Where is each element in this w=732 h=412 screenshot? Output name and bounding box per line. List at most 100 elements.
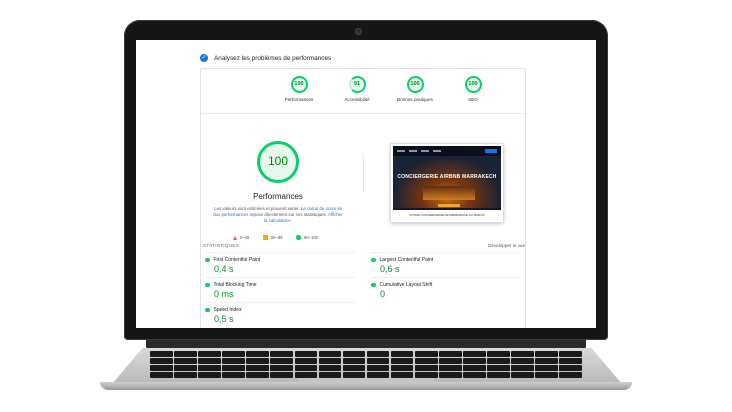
keyboard-key [342, 351, 366, 357]
laptop-screen: ✓ Analysez les problèmes de performances… [136, 40, 596, 328]
keyboard-key [174, 365, 197, 371]
keyboard-key [222, 358, 245, 364]
keyboard-key [174, 372, 197, 378]
keyboard-key [150, 351, 173, 357]
metric-lcp: Largest Contentful Paint 0,6 s [371, 252, 521, 274]
circle-icon [205, 307, 210, 313]
legend-fail: 0–49 [233, 235, 249, 240]
square-icon [263, 235, 268, 240]
gauge-score: 100 [464, 76, 482, 93]
expand-view-button[interactable]: Développer la vue [488, 243, 525, 248]
keyboard-key [270, 351, 293, 357]
desc-text: repose directement sur ces statistiques. [248, 212, 328, 217]
performance-description: Les valeurs sont estimées et peuvent var… [211, 206, 345, 224]
circle-icon [371, 282, 376, 288]
keyboard-key [150, 372, 173, 378]
keyboard-key [318, 358, 342, 364]
gauge-bonnes-pratiques[interactable]: 100 Bonnes pratiques [397, 76, 433, 102]
keyboard-key [439, 365, 462, 371]
keyboard-key [222, 365, 245, 371]
keyboard-key [535, 372, 558, 378]
metric-value: 0,5 s [214, 314, 234, 324]
keyboard-key [463, 365, 486, 371]
keyboard-key [294, 358, 318, 364]
keyboard-key [222, 351, 245, 357]
keyboard-key [270, 358, 293, 364]
keyboard-key [559, 351, 582, 357]
keyboard-key [198, 372, 221, 378]
keyboard-key [487, 372, 510, 378]
analyze-checkbox-row[interactable]: ✓ Analysez les problèmes de performances [200, 54, 331, 62]
performance-score-gauge: 100 [257, 141, 299, 183]
keyboard [148, 351, 584, 378]
gauge-score: 91 [348, 76, 366, 93]
keyboard-key [414, 365, 438, 371]
keyboard-key [511, 358, 534, 364]
legend-label: 0–49 [240, 235, 250, 240]
metric-name: Largest Contentful Paint [379, 257, 434, 263]
keyboard-key [414, 358, 438, 364]
keyboard-key [390, 358, 414, 364]
stats-header: STATISTIQUES Développer la vue [203, 243, 525, 248]
keyboard-key [318, 351, 342, 357]
keyboard-key [294, 351, 318, 357]
keyboard-key [294, 365, 318, 371]
gauge-seo[interactable]: 100 SEO [455, 76, 491, 102]
score-legend: 0–49 50–89 90–100 [233, 235, 318, 240]
keyboard-key [535, 358, 558, 364]
metric-name: Cumulative Layout Shift [379, 282, 433, 288]
legend-label: 90–100 [303, 235, 318, 240]
keyboard-key [463, 358, 486, 364]
keyboard-key [439, 372, 462, 378]
keyboard-key [342, 358, 366, 364]
keyboard-key [318, 365, 342, 371]
divider [201, 113, 525, 114]
gauge-performances[interactable]: 100 Performances [281, 76, 317, 102]
keyboard-key [246, 372, 269, 378]
keyboard-key [270, 372, 293, 378]
gauge-score: 100 [406, 76, 424, 93]
keyboard-key [559, 365, 582, 371]
keyboard-key [246, 365, 269, 371]
keyboard-key [511, 372, 534, 378]
keyboard-key [150, 365, 173, 371]
metric-tbt: Total Blocking Time 0 ms [205, 277, 355, 299]
gauge-accessibilite[interactable]: 91 Accessibilité [339, 76, 375, 102]
keyboard-key [198, 365, 221, 371]
gauge-score: 100 [290, 76, 308, 93]
vertical-divider [363, 155, 364, 191]
preview-hero [393, 156, 501, 208]
circle-icon [205, 257, 210, 263]
lighthouse-report: 100 Performances 91 Accessibilité 100 Bo… [200, 68, 526, 328]
keyboard-key [535, 365, 558, 371]
preview-cta [438, 204, 460, 207]
keyboard-key [198, 358, 221, 364]
legend-pass: 90–100 [296, 235, 318, 240]
metric-name: Speed Index [213, 307, 242, 313]
keyboard-key [366, 365, 390, 371]
keyboard-key [174, 358, 197, 364]
camera-icon [356, 29, 361, 34]
keyboard-key [390, 351, 414, 357]
checkmark-icon[interactable]: ✓ [200, 54, 208, 62]
preview-footer-text: VOTRE CONCIERGERIE DE RÉFÉRENCE AU MAROC [393, 210, 501, 220]
page-screenshot-preview[interactable]: CONCIERGERIE AIRBNB MARRAKECH VOTRE CONC… [390, 143, 504, 223]
keyboard-key [439, 351, 462, 357]
gauge-label: Bonnes pratiques [397, 97, 433, 102]
keyboard-key [511, 351, 534, 357]
keyboard-key [270, 365, 293, 371]
metric-speed-index: Speed Index 0,5 s [205, 302, 355, 324]
category-gauges: 100 Performances 91 Accessibilité 100 Bo… [281, 76, 491, 102]
keyboard-key [535, 351, 558, 357]
laptop-mockup: ✓ Analysez les problèmes de performances… [0, 0, 732, 412]
metric-value: 0,4 s [214, 264, 234, 274]
keyboard-key [463, 351, 486, 357]
keyboard-key [198, 351, 221, 357]
metric-fcp: First Contentful Paint 0,4 s [205, 252, 355, 274]
keyboard-key [487, 365, 510, 371]
keyboard-key [174, 351, 197, 357]
circle-icon [296, 235, 301, 240]
keyboard-key [487, 358, 510, 364]
stats-title: STATISTIQUES [203, 243, 240, 248]
keyboard-key [463, 372, 486, 378]
